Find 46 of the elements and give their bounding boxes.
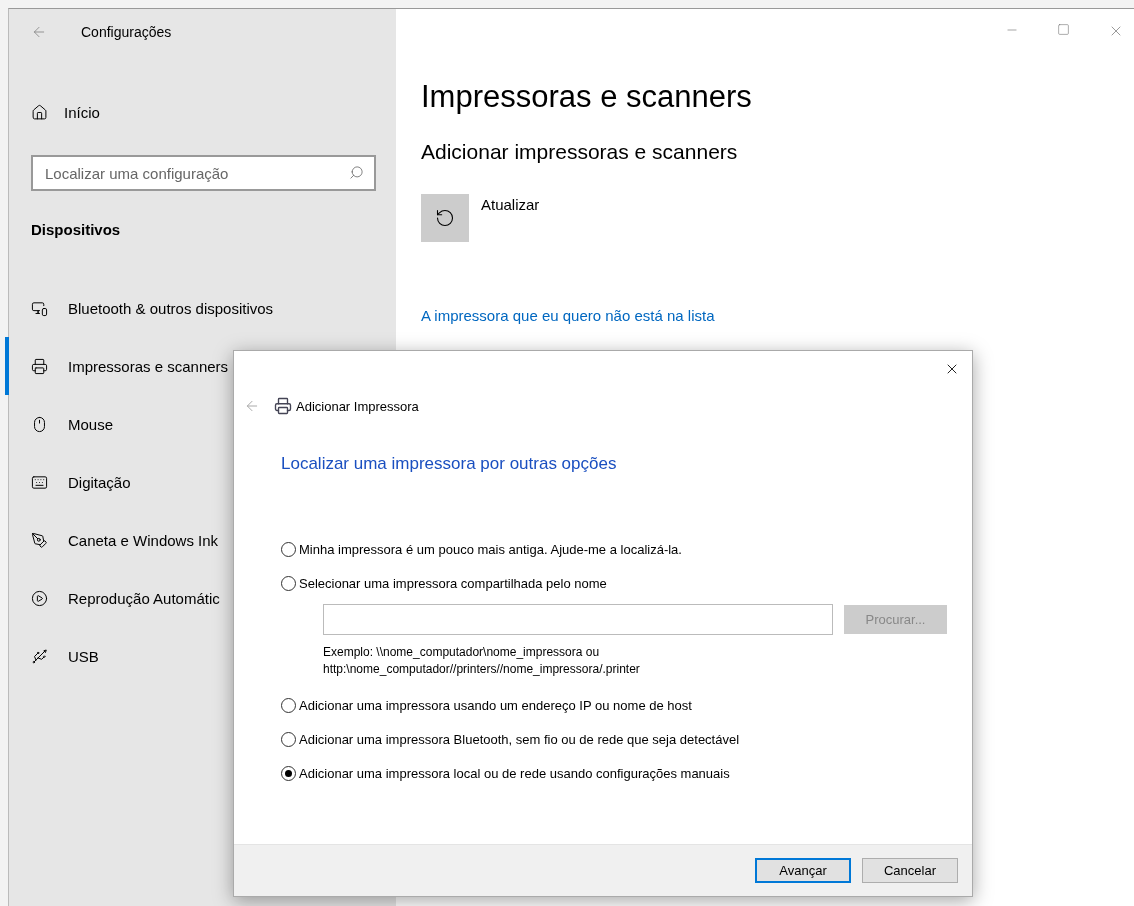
usb-icon <box>31 647 48 665</box>
dialog-title: Adicionar Impressora <box>296 398 419 414</box>
sidebar-item-label: Impressoras e scanners <box>68 357 229 375</box>
dialog-button[interactable]: Avançar <box>755 858 851 883</box>
sidebar-item[interactable]: Bluetooth & outros dispositivos <box>5 279 396 337</box>
home-nav-item[interactable]: Início <box>9 55 396 137</box>
device-icon <box>31 299 48 317</box>
sidebar-item-label: Mouse <box>68 415 114 433</box>
radio-option[interactable]: Adicionar uma impressora usando um endereço IP ou nome de host <box>281 688 972 722</box>
search-icon <box>349 165 364 180</box>
option-label: Adicionar uma impressora usando um endereço IP ou nome de host <box>299 697 692 713</box>
printer-icon <box>31 357 48 375</box>
example-text: http:\nome_computador//printers//nome_impressora/.printer <box>323 661 641 678</box>
pen-icon <box>31 531 48 549</box>
dialog-heading: Localizar uma impressora por outras opções <box>281 454 618 475</box>
home-label: Início <box>64 103 100 121</box>
option-label: Selecionar uma impressora compartilhada pelo nome <box>299 575 607 591</box>
example-text: Exemplo: \\nome_computador\nome_impressora ou <box>323 644 601 661</box>
radio-option[interactable]: Adicionar uma impressora Bluetooth, sem fio ou de rede que seja detectável <box>281 722 972 756</box>
keyboard-icon <box>31 473 48 491</box>
option-label: Minha impressora é um pouco mais antiga. Ajude-me a localizá-la. <box>299 541 682 557</box>
section-title: Adicionar impressoras e scanners <box>421 140 739 164</box>
radio-option[interactable]: Minha impressora é um pouco mais antiga. Ajude-me a localizá-la. <box>281 532 972 566</box>
radio-option[interactable]: Adicionar uma impressora local ou de rede usando configurações manuais <box>281 756 972 790</box>
home-icon <box>31 103 48 121</box>
sidebar-item-label: Bluetooth & outros dispositivos <box>68 299 274 317</box>
section-heading: Dispositivos <box>30 220 122 240</box>
printer-not-listed-link[interactable]: A impressora que eu quero não está na lista <box>421 307 715 324</box>
sidebar-item-label: USB <box>68 647 99 665</box>
sidebar-item-label: Digitação <box>68 473 131 491</box>
option-label: Adicionar uma impressora Bluetooth, sem fio ou de rede que seja detectável <box>299 731 740 747</box>
option-label: Adicionar uma impressora local ou de rede usando configurações manuais <box>299 765 730 781</box>
page-title: Impressoras e scanners <box>421 79 753 115</box>
search-field[interactable]: Localizar uma configuração <box>31 155 376 191</box>
radio-option[interactable]: Selecionar uma impressora compartilhada pelo nome <box>281 566 972 600</box>
dialog-button[interactable]: Cancelar <box>862 858 958 883</box>
sidebar-item-label: Reprodução Automátic <box>68 589 220 607</box>
play-icon <box>31 589 48 607</box>
mouse-icon <box>31 415 48 433</box>
sidebar-item-label: Caneta e Windows Ink <box>68 531 219 549</box>
printer-icon <box>274 397 292 415</box>
window-title: Configurações <box>81 24 172 40</box>
refresh-icon <box>435 208 455 228</box>
printer-name-field[interactable] <box>323 604 833 635</box>
refresh-button[interactable] <box>421 194 469 242</box>
refresh-label: Atualizar <box>481 196 540 213</box>
